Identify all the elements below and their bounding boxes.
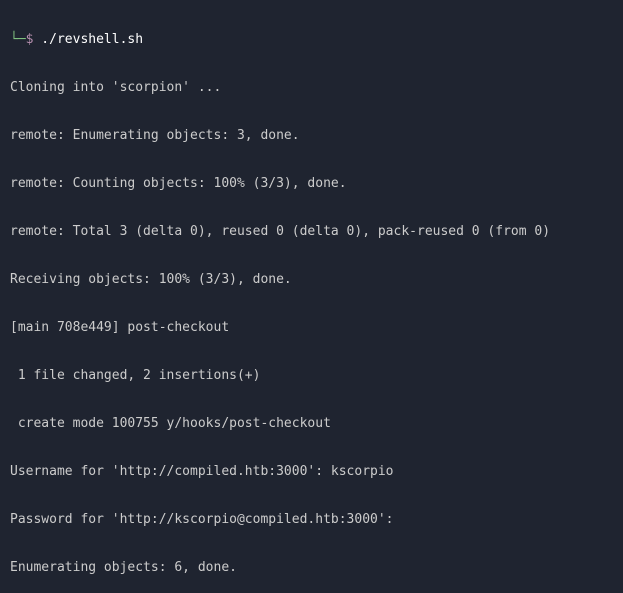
prompt-line[interactable]: └─$ ./revshell.sh (10, 32, 623, 48)
output-line: remote: Counting objects: 100% (3/3), do… (10, 176, 623, 192)
prompt-arrow: └─ (10, 32, 26, 47)
output-line: Enumerating objects: 6, done. (10, 560, 623, 576)
output-line: Password for 'http://kscorpio@compiled.h… (10, 512, 623, 528)
output-line: remote: Total 3 (delta 0), reused 0 (del… (10, 224, 623, 240)
output-line: Username for 'http://compiled.htb:3000':… (10, 464, 623, 480)
output-line: remote: Enumerating objects: 3, done. (10, 128, 623, 144)
output-line: Cloning into 'scorpion' ... (10, 80, 623, 96)
terminal-window[interactable]: └─$ ./revshell.sh Cloning into 'scorpion… (0, 0, 623, 593)
output-line: [main 708e449] post-checkout (10, 320, 623, 336)
output-line: 1 file changed, 2 insertions(+) (10, 368, 623, 384)
output-line: create mode 100755 y/hooks/post-checkout (10, 416, 623, 432)
command-text: ./revshell.sh (33, 32, 143, 47)
output-line: Receiving objects: 100% (3/3), done. (10, 272, 623, 288)
